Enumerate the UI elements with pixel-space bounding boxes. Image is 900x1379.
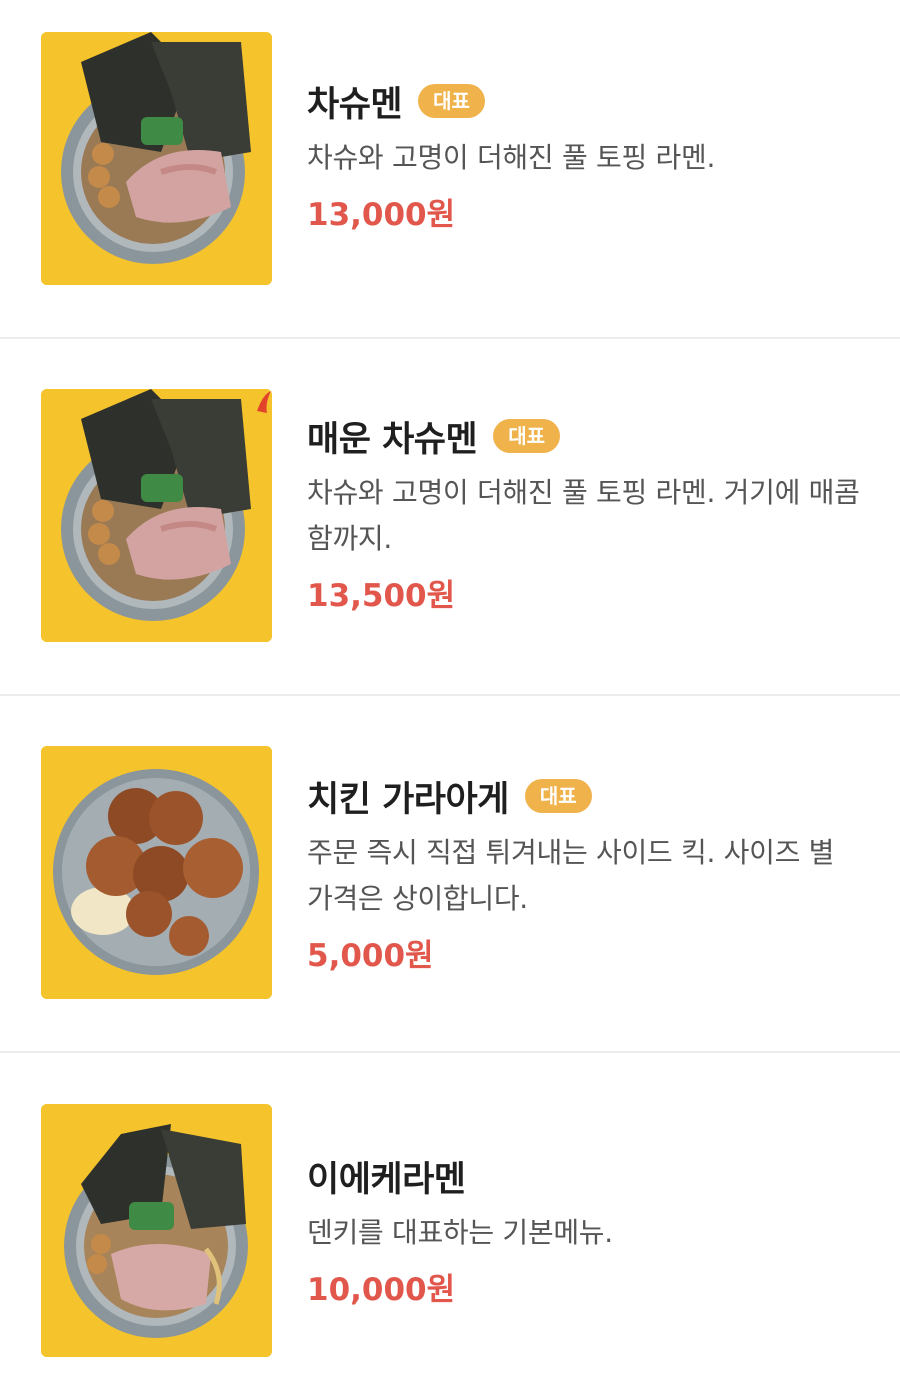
menu-item-chicken-karaage[interactable]: 치킨 가라아게 대표 주문 즉시 직접 튀겨내는 사이드 킥. 사이즈 별 가격… [0,696,900,1053]
ramen-bowl-icon [41,1104,272,1357]
menu-item-description: 차슈와 고명이 더해진 풀 토핑 라멘. 거기에 매콤함까지. [307,476,860,555]
chicken-karaage-image [41,746,272,999]
menu-item-description: 주문 즉시 직접 튀겨내는 사이드 킥. 사이즈 별 가격은 상이합니다. [307,836,835,915]
signature-badge: 대표 [493,419,560,453]
signature-badge: 대표 [418,84,485,118]
menu-item-price: 5,000원 [307,938,434,974]
menu-item-price: 13,000원 [307,197,456,233]
menu-item-spicy-chashumen[interactable]: 매운 차슈멘 대표 차슈와 고명이 더해진 풀 토핑 라멘. 거기에 매콤함까지… [0,339,900,696]
karaage-plate-icon [41,746,272,999]
menu-item-iekei-ramen[interactable]: 이에케라멘 덴키를 대표하는 기본메뉴. 10,000원 [0,1053,900,1379]
menu-item-chashumen[interactable]: 차슈멘 대표 차슈와 고명이 더해진 풀 토핑 라멘. 13,000원 [0,0,900,339]
menu-item-price: 10,000원 [307,1272,456,1308]
signature-badge: 대표 [524,779,592,813]
menu-item-name: 치킨 가라아게 [307,779,509,820]
menu-item-name: 매운 차슈멘 [307,419,478,460]
chashumen-image [41,32,272,285]
menu-item-name: 이에케라멘 [307,1159,466,1200]
ramen-bowl-icon [41,32,272,285]
menu-item-name: 차슈멘 [307,84,403,125]
menu-item-description: 차슈와 고명이 더해진 풀 토핑 라멘. [307,141,716,174]
spicy-ramen-bowl-icon [41,389,272,642]
menu-item-price: 13,500원 [307,578,456,614]
iekei-ramen-image [41,1104,272,1357]
menu-item-description: 덴키를 대표하는 기본메뉴. [307,1216,613,1249]
spicy-chashumen-image [41,389,272,642]
